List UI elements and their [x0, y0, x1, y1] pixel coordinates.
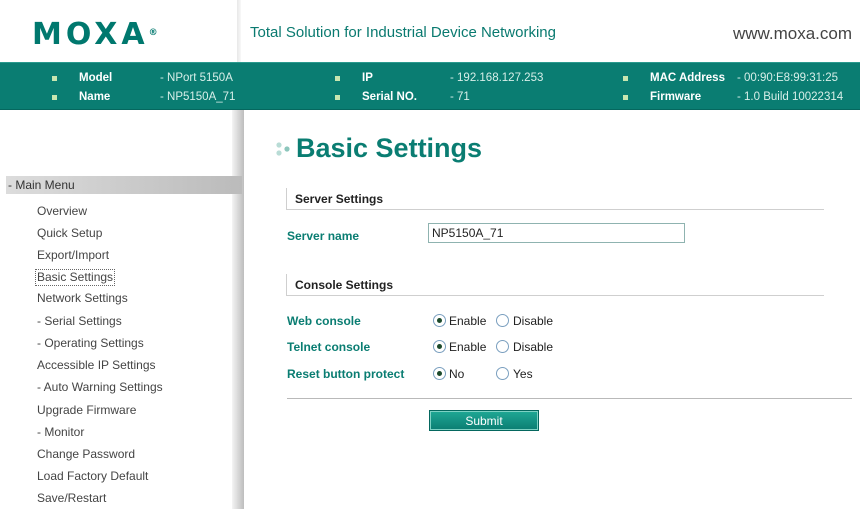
menu-item-operating-settings[interactable]: - Operating Settings — [37, 336, 144, 351]
server-name-label: Server name — [287, 229, 360, 243]
sidebar-edge — [232, 110, 244, 509]
web-console-enable-label[interactable]: Enable — [449, 314, 486, 328]
server-name-input[interactable] — [428, 223, 685, 243]
title-dots-icon — [276, 142, 290, 156]
menu-item-basic-settings[interactable]: Basic Settings — [35, 269, 116, 286]
info-mac-label: MAC Address — [650, 72, 725, 84]
info-firmware-value: - 1.0 Build 10022314 — [737, 91, 844, 103]
site-url: www.moxa.com — [732, 24, 852, 43]
moxa-logo: MOXA® — [32, 20, 158, 50]
bullet-icon — [335, 76, 340, 81]
server-settings-heading: Server Settings — [286, 188, 824, 210]
telnet-console-enable-label[interactable]: Enable — [449, 340, 486, 354]
info-name-value: - NP5150A_71 — [160, 91, 236, 103]
telnet-console-disable-radio[interactable] — [496, 340, 509, 353]
menu-item-save-restart[interactable]: Save/Restart — [37, 491, 106, 506]
tagline: Total Solution for Industrial Device Net… — [250, 24, 556, 41]
page-title: Basic Settings — [275, 133, 482, 163]
menu-item-upgrade-firmware[interactable]: Upgrade Firmware — [37, 403, 136, 418]
menu-item-serial-settings[interactable]: - Serial Settings — [37, 314, 122, 329]
menu-item-export-import[interactable]: Export/Import — [37, 248, 109, 263]
device-info-bar: Model - NPort 5150A IP - 192.168.127.253… — [0, 62, 860, 110]
banner-separator — [237, 0, 241, 62]
reset-protect-no-radio[interactable] — [433, 367, 446, 380]
info-ip-label: IP — [362, 72, 373, 84]
reset-protect-no-label[interactable]: No — [449, 367, 464, 381]
menu-item-network-settings[interactable]: Network Settings — [37, 291, 128, 306]
submit-button[interactable]: Submit — [429, 410, 539, 431]
reset-protect-label: Reset button protect — [287, 367, 405, 381]
info-name-label: Name — [79, 91, 111, 103]
page-title-text: Basic Settings — [296, 133, 483, 163]
console-settings-heading: Console Settings — [286, 274, 824, 296]
info-serial-label: Serial NO. — [362, 91, 417, 103]
menu-item-auto-warning[interactable]: - Auto Warning Settings — [37, 380, 163, 395]
bullet-icon — [52, 95, 57, 100]
form-divider — [287, 398, 852, 399]
info-serial-value: - 71 — [450, 91, 470, 103]
web-console-label: Web console — [287, 314, 361, 328]
telnet-console-label: Telnet console — [287, 340, 371, 354]
reset-protect-yes-radio[interactable] — [496, 367, 509, 380]
menu-item-overview[interactable]: Overview — [37, 204, 87, 219]
info-ip-value: - 192.168.127.253 — [450, 72, 544, 84]
registered-mark: ® — [148, 28, 158, 38]
telnet-console-enable-radio[interactable] — [433, 340, 446, 353]
menu-item-accessible-ip[interactable]: Accessible IP Settings — [37, 358, 156, 373]
telnet-console-disable-label[interactable]: Disable — [513, 340, 553, 354]
menu-item-change-password[interactable]: Change Password — [37, 447, 135, 462]
menu-item-load-factory-default[interactable]: Load Factory Default — [37, 469, 148, 484]
info-firmware-label: Firmware — [650, 91, 702, 103]
menu-item-quick-setup[interactable]: Quick Setup — [37, 226, 102, 241]
web-console-enable-radio[interactable] — [433, 314, 446, 327]
reset-protect-yes-label[interactable]: Yes — [513, 367, 533, 381]
info-model-value: - NPort 5150A — [160, 72, 233, 84]
logo-text: MOXA — [32, 17, 149, 52]
main-menu-header[interactable]: - Main Menu — [6, 176, 242, 194]
info-mac-value: - 00:90:E8:99:31:25 — [737, 72, 839, 84]
bullet-icon — [623, 76, 628, 81]
menu-item-monitor[interactable]: - Monitor — [37, 425, 84, 440]
web-console-disable-label[interactable]: Disable — [513, 314, 553, 328]
bullet-icon — [52, 76, 57, 81]
top-banner: MOXA® Total Solution for Industrial Devi… — [0, 0, 860, 62]
bullet-icon — [335, 95, 340, 100]
bullet-icon — [623, 95, 628, 100]
info-model-label: Model — [79, 72, 113, 84]
web-console-disable-radio[interactable] — [496, 314, 509, 327]
